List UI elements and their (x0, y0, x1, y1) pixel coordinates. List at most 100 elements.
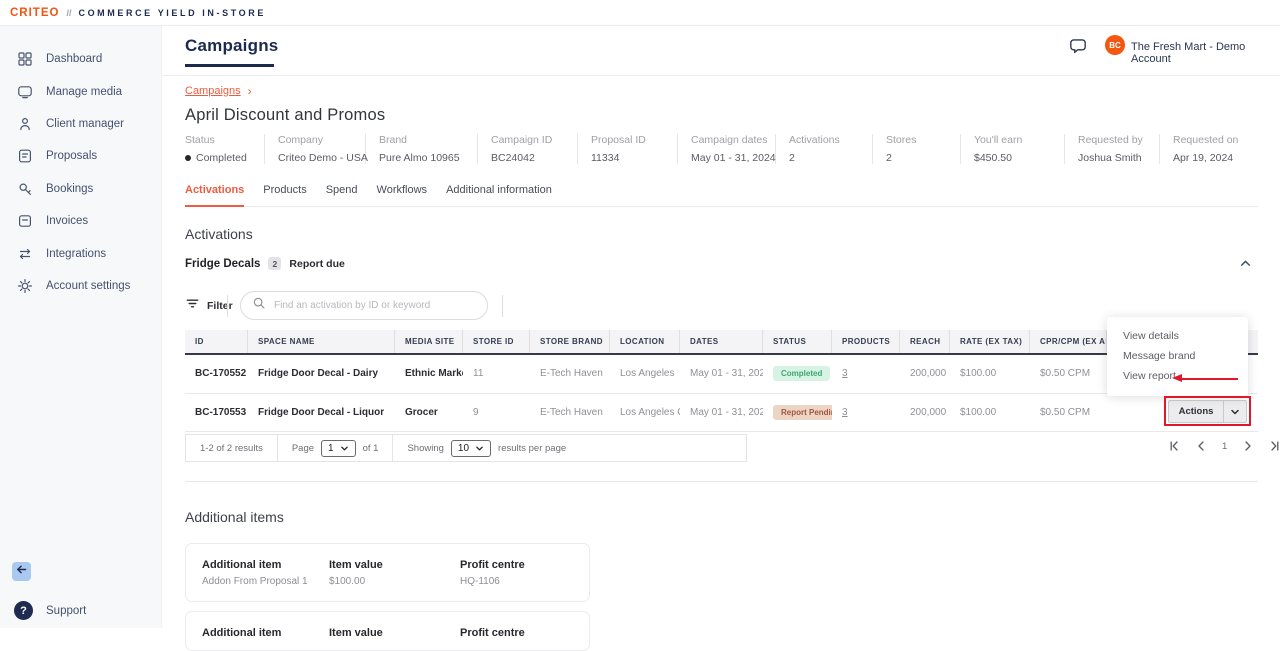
section-divider (185, 481, 1258, 482)
report-due-label: Report due (289, 258, 344, 270)
chevron-up-icon[interactable] (1239, 257, 1252, 275)
meta-stores: Stores 2 (873, 134, 961, 164)
sidebar-item-bookings[interactable]: Bookings (0, 173, 161, 205)
logo-separator: // (66, 8, 71, 18)
activation-search (240, 291, 488, 320)
campaign-title: April Discount and Promos (185, 106, 385, 125)
group-count-badge: 2 (268, 257, 281, 270)
tab-activations[interactable]: Activations (185, 184, 244, 207)
sidebar-item-invoices[interactable]: Invoices (0, 205, 161, 237)
cell-dates: May 01 - 31, 2024 (680, 407, 763, 418)
page-select[interactable]: 1 (321, 440, 356, 457)
sidebar-item-account-settings[interactable]: Account settings (0, 270, 161, 302)
activations-heading: Activations (185, 226, 253, 242)
first-page-icon[interactable] (1168, 440, 1180, 452)
meta-proposal-id: Proposal ID 11334 (578, 134, 678, 164)
pager-controls: 1 (1168, 440, 1280, 452)
actions-button[interactable]: Actions (1168, 400, 1247, 423)
filter-button[interactable]: Filter (185, 296, 233, 316)
menu-item-view-details[interactable]: View details (1107, 326, 1248, 346)
col-header-products[interactable]: PRODUCTS (832, 330, 900, 353)
sidebar-item-label: Integrations (46, 248, 106, 260)
cell-store-brand: E-Tech Haven (530, 368, 610, 379)
col-header-rate[interactable]: RATE (EX TAX) (950, 330, 1030, 353)
tab-workflows[interactable]: Workflows (377, 184, 428, 206)
sidebar-item-proposals[interactable]: Proposals (0, 140, 161, 172)
meta-status: Status Completed (185, 134, 265, 164)
col-header-media-site[interactable]: MEDIA SITE (395, 330, 463, 353)
meta-earn: You'll earn $450.50 (961, 134, 1065, 164)
col-header-store-brand[interactable]: STORE BRAND (530, 330, 610, 353)
chat-bubble-icon[interactable] (1069, 37, 1087, 60)
col-header-store-id[interactable]: STORE ID (463, 330, 530, 353)
sidebar-item-manage-media[interactable]: Manage media (0, 75, 161, 107)
menu-item-view-report[interactable]: View report (1107, 366, 1248, 386)
cell-products-link[interactable]: 3 (832, 368, 900, 379)
account-avatar[interactable]: BC (1105, 35, 1125, 55)
col-header-space-name[interactable]: SPACE NAME (248, 330, 395, 353)
sidebar: Dashboard Manage media Client manager Pr… (0, 26, 162, 628)
cell-media-site: Grocer (395, 407, 463, 418)
activation-group-header: Fridge Decals 2 Report due (185, 257, 1258, 270)
additional-items-heading: Additional items (185, 509, 284, 525)
invoice-icon (17, 213, 33, 229)
next-page-icon[interactable] (1242, 440, 1254, 452)
item-value-label: Item value (329, 559, 460, 571)
tab-products[interactable]: Products (263, 184, 306, 206)
col-header-dates[interactable]: DATES (680, 330, 763, 353)
media-screen-icon (17, 84, 33, 100)
status-dot (185, 155, 191, 161)
search-input[interactable] (274, 300, 464, 311)
breadcrumb-campaigns-link[interactable]: Campaigns (185, 85, 241, 97)
pagination-bar: 1-2 of 2 results Page 1 of 1 Showing 10 … (185, 434, 747, 462)
table-header-row: ID SPACE NAME MEDIA SITE STORE ID STORE … (185, 330, 1258, 355)
cell-products-link[interactable]: 3 (832, 407, 900, 418)
item-value: $100.00 (329, 576, 460, 587)
col-header-status[interactable]: STATUS (763, 330, 832, 353)
sidebar-item-label: Bookings (46, 183, 93, 195)
actions-button-label: Actions (1169, 401, 1223, 422)
cell-id: BC-170552 (185, 368, 248, 379)
account-name[interactable]: The Fresh Mart - Demo Account (1131, 41, 1280, 65)
sidebar-item-integrations[interactable]: Integrations (0, 237, 161, 269)
prev-page-icon[interactable] (1195, 440, 1207, 452)
support-link[interactable]: ? Support (14, 601, 86, 620)
cell-store-brand: E-Tech Haven (530, 407, 610, 418)
col-header-location[interactable]: LOCATION (610, 330, 680, 353)
col-header-id[interactable]: ID (185, 330, 248, 353)
status-badge-completed: Completed (773, 366, 830, 381)
page-size-group: Showing 10 results per page (393, 435, 580, 461)
sidebar-item-label: Account settings (46, 280, 130, 292)
status-badge-report-pending: Report Pending (773, 405, 832, 420)
sidebar-item-dashboard[interactable]: Dashboard (0, 43, 161, 75)
chevron-down-icon[interactable] (1223, 401, 1246, 422)
campaign-tabs: Activations Products Spend Workflows Add… (185, 184, 1258, 207)
col-header-cpr-cpm[interactable]: CPR/CPM (EX AD (1030, 330, 1107, 353)
actions-dropdown-menu: View details Message brand View report (1107, 317, 1248, 396)
divider (227, 295, 228, 317)
sidebar-collapse-button[interactable] (12, 562, 31, 581)
chevron-down-icon (475, 444, 484, 453)
tab-additional-information[interactable]: Additional information (446, 184, 552, 206)
page-size-select[interactable]: 10 (451, 440, 491, 457)
cell-media-site: Ethnic Market (395, 368, 463, 379)
additional-item-value: Addon From Proposal 1 (202, 576, 329, 587)
menu-item-message-brand[interactable]: Message brand (1107, 346, 1248, 366)
meta-requested-on: Requested on Apr 19, 2024 (1160, 134, 1258, 164)
profit-centre-value: HQ-1106 (460, 576, 580, 587)
additional-item-card: Additional item Item value Profit centre (185, 611, 590, 651)
cell-cpr-cpm: $0.50 CPM (1030, 368, 1107, 379)
tab-spend[interactable]: Spend (326, 184, 358, 206)
filter-icon (185, 296, 200, 316)
integrations-arrows-icon (17, 246, 33, 262)
per-page-label: results per page (498, 443, 566, 454)
meta-campaign-dates: Campaign dates May 01 - 31, 2024 (678, 134, 776, 164)
cell-store-id: 9 (463, 407, 530, 418)
cell-space-name: Fridge Door Decal - Dairy (248, 368, 395, 379)
cell-location: Los Angeles CA (610, 407, 680, 418)
gear-icon (17, 278, 33, 294)
sidebar-item-client-manager[interactable]: Client manager (0, 108, 161, 140)
last-page-icon[interactable] (1269, 440, 1280, 452)
criteo-logo: CRITEO (10, 7, 59, 19)
col-header-reach[interactable]: REACH (900, 330, 950, 353)
